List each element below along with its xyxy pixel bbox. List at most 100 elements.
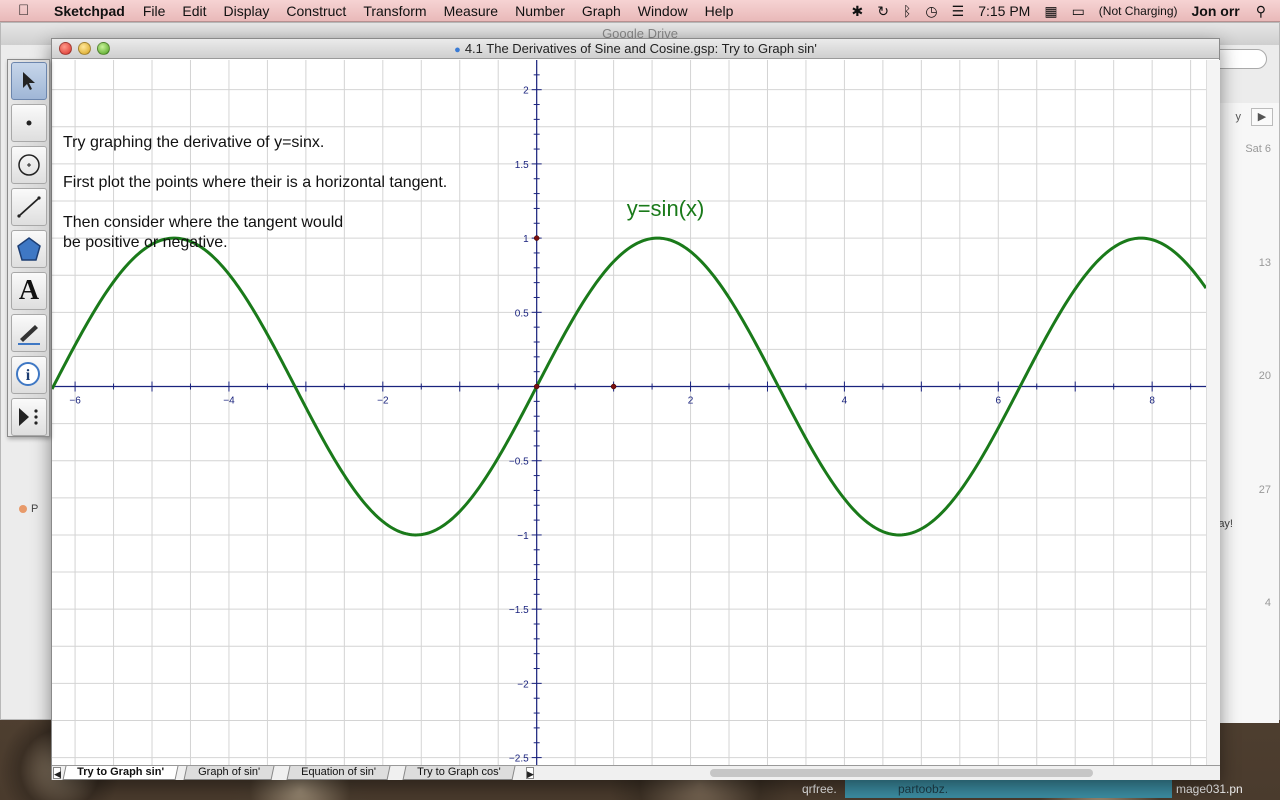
- bluetooth-icon[interactable]: ᛒ: [903, 3, 911, 19]
- text-tool-icon: A: [18, 275, 40, 306]
- point-tool-button[interactable]: [11, 104, 47, 142]
- menu-edit[interactable]: Edit: [182, 3, 206, 19]
- minimize-window-icon[interactable]: [78, 42, 91, 55]
- time-machine-icon[interactable]: ◷: [925, 3, 937, 20]
- plot-point: [533, 383, 540, 390]
- tab-graph-of-sin[interactable]: Graph of sin': [183, 766, 275, 780]
- vertical-scrollbar[interactable]: [1206, 60, 1220, 765]
- menu-transform[interactable]: Transform: [363, 3, 426, 19]
- tab-try-to-graph-cos[interactable]: Try to Graph cos': [402, 766, 516, 780]
- marker-tool-button[interactable]: [11, 314, 47, 352]
- y-tick-label: 1: [523, 234, 529, 245]
- tab-scroll-left-icon[interactable]: ◀: [53, 767, 61, 779]
- axes: [52, 60, 1206, 765]
- y-tick-label: 2: [523, 86, 529, 97]
- selected-file-highlight: [845, 780, 1172, 798]
- menu-number[interactable]: Number: [515, 3, 565, 19]
- custom-tool-icon: [19, 408, 38, 426]
- background-list-item[interactable]: P: [19, 503, 38, 515]
- x-tick-label: 8: [1149, 396, 1155, 407]
- close-window-icon[interactable]: [59, 42, 72, 55]
- calendar-day-header: Sat 6: [1245, 143, 1271, 155]
- app-menu[interactable]: Sketchpad: [54, 3, 125, 19]
- instruction-line-3b[interactable]: be positive or negative.: [63, 234, 228, 251]
- calendar-nav: y ▶: [1219, 105, 1279, 129]
- svg-text:i: i: [26, 367, 31, 384]
- sketch-canvas[interactable]: −6 −4 −2 2 4 6 8 2 1.5 1 0.5 −0.5 −1 −1.5 −2 −2.5 y=sin…: [52, 60, 1206, 765]
- background-list-label: P: [31, 503, 39, 515]
- wifi-icon[interactable]: ☰: [952, 3, 965, 20]
- horizontal-scrollbar-thumb[interactable]: [710, 769, 1093, 777]
- tab-scroll-right-icon[interactable]: ▶: [526, 767, 534, 779]
- coordinate-plane[interactable]: −6 −4 −2 2 4 6 8 2 1.5 1 0.5 −0.5 −1 −1.5 −2 −2.5 y=sin…: [52, 60, 1206, 765]
- point-tool-icon: [26, 120, 32, 126]
- zoom-window-icon[interactable]: [97, 42, 110, 55]
- calendar-day: 27: [1258, 484, 1271, 496]
- apple-menu-icon[interactable]: : [18, 2, 38, 19]
- x-tick-label: −6: [69, 396, 81, 407]
- x-tick-label: −4: [223, 396, 235, 407]
- battery-icon[interactable]: ▭: [1072, 3, 1085, 20]
- y-tick-label: −2.5: [509, 754, 529, 765]
- polygon-tool-icon: [17, 237, 41, 261]
- x-tick-label: −2: [377, 396, 389, 407]
- desktop-file-labels: qrfree. partoobz. mage031.pn: [0, 778, 1280, 800]
- function-label[interactable]: y=sin(x): [627, 196, 705, 221]
- desktop-file-label[interactable]: qrfree.: [802, 782, 837, 796]
- arrow-tool-button[interactable]: [11, 62, 47, 100]
- calendar-next-button[interactable]: ▶: [1251, 108, 1273, 126]
- y-tick-label: −0.5: [509, 457, 529, 468]
- window-title: 4.1 The Derivatives of Sine and Cosine.g…: [464, 41, 817, 56]
- menu-display[interactable]: Display: [224, 3, 270, 19]
- sketchpad-window[interactable]: ● 4.1 The Derivatives of Sine and Cosine.…: [51, 38, 1220, 780]
- background-event-snippet: ay!: [1218, 518, 1233, 530]
- menu-bar:  Sketchpad File Edit Display Construct …: [0, 0, 1280, 22]
- information-tool-button[interactable]: i: [11, 356, 47, 394]
- marker-tool-icon: [18, 325, 40, 345]
- user-menu[interactable]: Jon orr: [1192, 3, 1240, 19]
- tab-label: Graph of sin': [198, 766, 261, 778]
- menu-graph[interactable]: Graph: [582, 3, 621, 19]
- page-tab-bar: ◀ Try to Graph sin' Graph of sin' Equati…: [52, 765, 1220, 780]
- x-tick-label: 4: [842, 396, 848, 407]
- sync-icon[interactable]: ↻: [877, 3, 889, 20]
- calendar-icon[interactable]: ▦: [1044, 3, 1057, 20]
- clock-text[interactable]: 7:15 PM: [978, 3, 1030, 19]
- desktop-file-label[interactable]: partoobz.: [898, 782, 948, 796]
- evernote-icon[interactable]: ✱: [852, 3, 864, 20]
- straightedge-tool-button[interactable]: [11, 188, 47, 226]
- calendar-nav-snippet: y: [1235, 111, 1242, 123]
- x-tick-label: 6: [995, 396, 1001, 407]
- instruction-line-2[interactable]: First plot the points where their is a h…: [63, 174, 447, 191]
- spotlight-search-icon[interactable]: ⚲: [1256, 3, 1266, 20]
- menu-measure[interactable]: Measure: [444, 3, 498, 19]
- toolbox: A i: [7, 59, 50, 437]
- instruction-line-3a[interactable]: Then consider where the tangent would: [63, 214, 343, 231]
- instruction-line-1[interactable]: Try graphing the derivative of y=sinx.: [63, 134, 324, 151]
- y-tick-label: −1: [517, 531, 529, 542]
- menu-window[interactable]: Window: [638, 3, 688, 19]
- text-tool-button[interactable]: A: [11, 272, 47, 310]
- menu-construct[interactable]: Construct: [286, 3, 346, 19]
- y-tick-label: −1.5: [509, 605, 529, 616]
- menu-help[interactable]: Help: [705, 3, 734, 19]
- x-tick-label: 2: [688, 396, 694, 407]
- custom-tool-button[interactable]: [11, 398, 47, 436]
- tab-equation-of-sin[interactable]: Equation of sin': [286, 766, 391, 780]
- plot-point: [610, 383, 617, 390]
- polygon-tool-button[interactable]: [11, 230, 47, 268]
- y-tick-label: −2: [517, 679, 529, 690]
- compass-tool-button[interactable]: [11, 146, 47, 184]
- calendar-day: 20: [1258, 370, 1271, 382]
- calendar-day: 13: [1258, 257, 1271, 269]
- menu-file[interactable]: File: [143, 3, 166, 19]
- tab-try-to-graph-sin[interactable]: Try to Graph sin': [62, 766, 179, 780]
- compass-tool-icon: [18, 154, 40, 176]
- straightedge-tool-icon: [17, 196, 41, 218]
- tab-label: Equation of sin': [301, 766, 376, 778]
- desktop-file-label[interactable]: mage031.pn: [1176, 782, 1243, 796]
- calendar-day: 4: [1264, 597, 1271, 609]
- information-tool-icon: i: [16, 362, 40, 386]
- battery-status-text[interactable]: (Not Charging): [1099, 4, 1178, 18]
- sketchpad-titlebar[interactable]: ● 4.1 The Derivatives of Sine and Cosine.…: [52, 39, 1219, 59]
